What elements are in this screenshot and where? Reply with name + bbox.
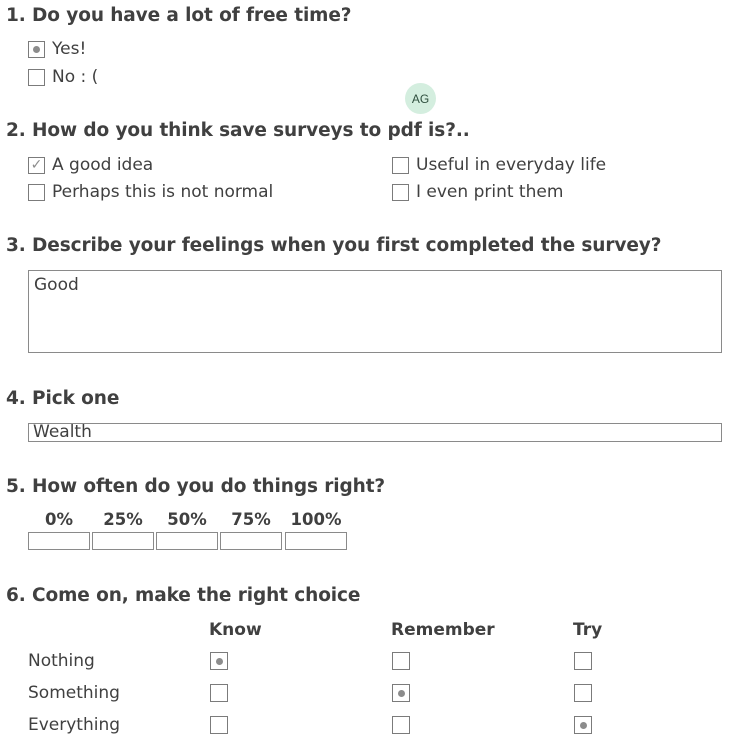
radio-unselected-icon[interactable]	[574, 652, 592, 670]
checkbox-unchecked-icon[interactable]	[392, 183, 409, 201]
q1-option-label: Yes!	[52, 39, 87, 59]
rating-label: 50%	[167, 510, 207, 529]
q1-option-label: No : (	[52, 67, 99, 87]
matrix-row-label: Nothing	[28, 651, 95, 671]
q2-option-label: Perhaps this is not normal	[52, 182, 274, 202]
radio-unselected-icon[interactable]	[392, 716, 410, 734]
checkbox-unchecked-icon[interactable]	[392, 156, 409, 174]
question-6-title: 6. Come on, make the right choice	[6, 585, 361, 606]
checkbox-checked-icon[interactable]: ✓	[28, 156, 45, 174]
q1-option-no[interactable]: No : (	[28, 66, 98, 88]
question-3-title: 3. Describe your feelings when you first…	[6, 235, 662, 256]
radio-selected-icon[interactable]	[392, 684, 410, 702]
q2-option-label: Useful in everyday life	[416, 155, 607, 175]
q2-option-not-normal[interactable]: Perhaps this is not normal	[28, 181, 273, 203]
feelings-textarea[interactable]: Good	[28, 270, 722, 353]
question-5-title: 5. How often do you do things right?	[6, 476, 386, 497]
rating-option-100[interactable]	[285, 532, 347, 550]
question-1-title: 1. Do you have a lot of free time?	[6, 5, 352, 26]
pick-one-dropdown[interactable]: Wealth	[28, 423, 722, 442]
matrix-column-header: Know	[209, 620, 262, 640]
matrix-row-label: Something	[28, 683, 120, 703]
radio-selected-icon[interactable]	[574, 716, 592, 734]
matrix-column-header: Remember	[391, 620, 495, 640]
rating-label: 75%	[231, 510, 271, 529]
rating-option-50[interactable]	[156, 532, 218, 550]
q2-option-good-idea[interactable]: ✓ A good idea	[28, 154, 153, 176]
question-2-title: 2. How do you think save surveys to pdf …	[6, 120, 470, 141]
q2-option-label: I even print them	[416, 182, 564, 202]
rating-label: 0%	[44, 510, 73, 529]
q2-option-label: A good idea	[52, 155, 154, 175]
radio-unselected-icon[interactable]	[210, 716, 228, 734]
q2-option-print[interactable]: I even print them	[392, 181, 563, 203]
rating-option-75[interactable]	[220, 532, 282, 550]
matrix-column-header: Try	[573, 620, 603, 640]
radio-selected-icon[interactable]	[210, 652, 228, 670]
rating-option-25[interactable]	[92, 532, 154, 550]
radio-selected-icon[interactable]	[28, 40, 45, 58]
avatar[interactable]: AG	[405, 83, 436, 114]
radio-unselected-icon[interactable]	[392, 652, 410, 670]
q1-option-yes[interactable]: Yes!	[28, 38, 86, 60]
rating-option-0[interactable]	[28, 532, 90, 550]
q2-option-useful[interactable]: Useful in everyday life	[392, 154, 606, 176]
rating-label: 100%	[290, 510, 342, 529]
checkbox-unchecked-icon[interactable]	[28, 183, 45, 201]
radio-unselected-icon[interactable]	[210, 684, 228, 702]
matrix-row-label: Everything	[28, 715, 121, 735]
question-4-title: 4. Pick one	[6, 388, 120, 409]
rating-label: 25%	[103, 510, 143, 529]
radio-unselected-icon[interactable]	[28, 68, 45, 86]
radio-unselected-icon[interactable]	[574, 684, 592, 702]
